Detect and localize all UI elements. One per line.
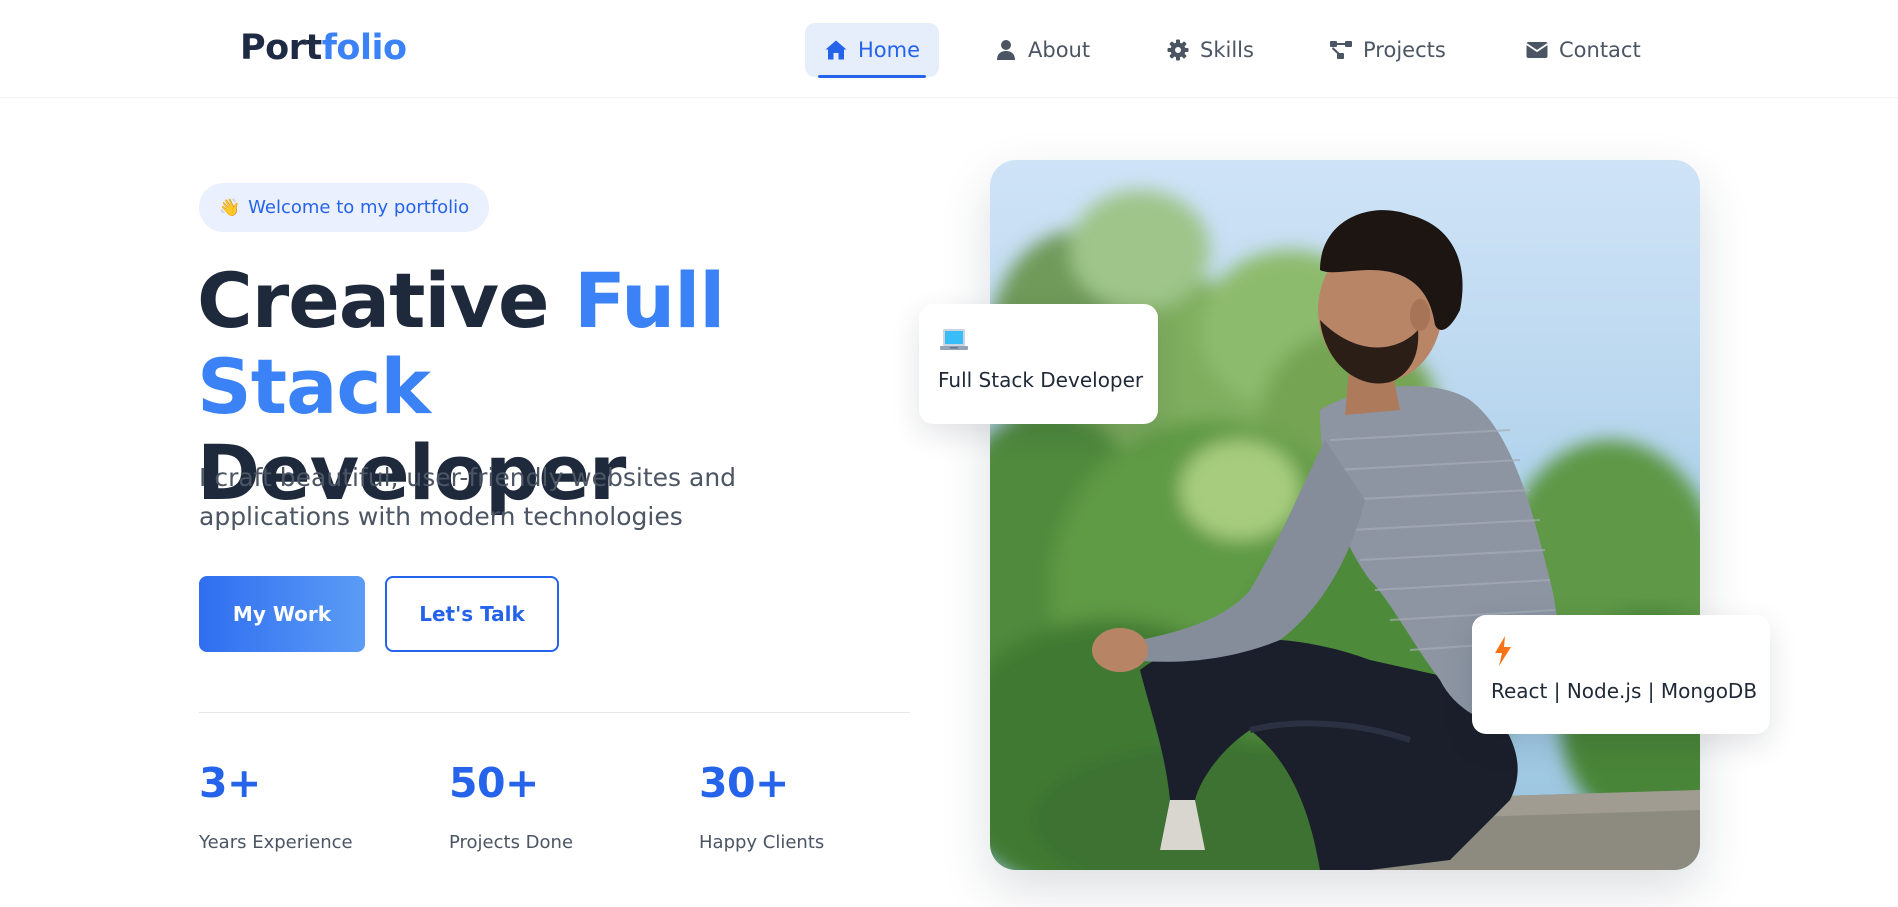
nav-label-projects: Projects: [1363, 38, 1446, 62]
nav-label-about: About: [1028, 38, 1091, 62]
lightning-icon: [1491, 635, 1751, 667]
stat-label: Happy Clients: [699, 832, 825, 853]
hero-subtext: I craft beautiful, user-friendly website…: [199, 463, 737, 531]
nav-item-projects[interactable]: Projects: [1310, 23, 1465, 77]
logo-text-port: Port: [240, 28, 322, 68]
user-icon: [997, 40, 1015, 60]
navbar: Portfolio Home About Skills Projects Con…: [0, 0, 1898, 98]
stat-years: 3+ Years Experience: [199, 758, 353, 853]
profile-photo-illustration: [990, 190, 1700, 870]
gear-icon: [1167, 39, 1189, 61]
lets-talk-button[interactable]: Let's Talk: [385, 576, 559, 652]
stat-value: 30+: [699, 759, 789, 807]
logo-text-folio: folio: [321, 28, 407, 68]
envelope-icon: [1526, 42, 1548, 58]
welcome-badge: 👋 Welcome to my portfolio: [199, 183, 490, 232]
welcome-badge-text: Welcome to my portfolio: [248, 197, 470, 218]
tech-stack-card-text: React | Node.js | MongoDB: [1491, 679, 1758, 703]
nav-item-skills[interactable]: Skills: [1147, 23, 1273, 77]
waving-hand-icon: 👋: [219, 197, 241, 218]
nav-item-about[interactable]: About: [975, 23, 1109, 77]
project-diagram-icon: [1330, 41, 1352, 59]
headline-part1: Creative: [197, 256, 575, 345]
stat-label: Years Experience: [199, 832, 353, 853]
nav-label-skills: Skills: [1200, 38, 1254, 62]
stat-label: Projects Done: [449, 832, 574, 853]
stat-value: 3+: [199, 759, 261, 807]
tech-stack-card: React | Node.js | MongoDB: [1472, 615, 1770, 734]
nav-item-home[interactable]: Home: [805, 23, 940, 78]
home-icon: [825, 40, 847, 60]
profile-photo: [990, 160, 1700, 870]
stats-divider: [199, 712, 910, 713]
site-logo[interactable]: Portfolio: [240, 26, 407, 70]
stat-projects: 50+ Projects Done: [449, 758, 573, 853]
nav-label-contact: Contact: [1559, 38, 1641, 62]
my-work-button[interactable]: My Work: [199, 576, 365, 652]
stat-value: 50+: [449, 759, 539, 807]
nav-label-home: Home: [858, 38, 921, 62]
stat-clients: 30+ Happy Clients: [699, 758, 824, 853]
laptop-icon: [938, 324, 1139, 356]
role-card: Full Stack Developer: [919, 304, 1158, 424]
nav-item-contact[interactable]: Contact: [1506, 23, 1660, 77]
role-card-text: Full Stack Developer: [938, 368, 1144, 392]
